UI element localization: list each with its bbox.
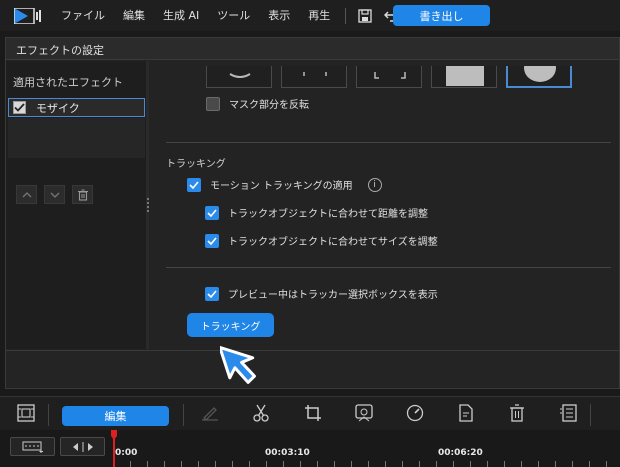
adjust-size-label: トラックオブジェクトに合わせてサイズを調整 — [228, 237, 438, 248]
motion-tracking-label: モーション トラッキングの適用 — [210, 181, 353, 192]
speed-icon[interactable] — [405, 404, 425, 422]
delete-effect-button[interactable] — [72, 185, 93, 204]
mask-invert-label: マスク部分を反転 — [229, 100, 309, 111]
menu-playback[interactable]: 再生 — [299, 0, 339, 31]
pointer-arrow-icon — [218, 338, 268, 390]
dialog-footer — [6, 350, 619, 388]
mask-shape-frame[interactable] — [356, 66, 422, 88]
effect-settings-dialog: エフェクトの設定 適用されたエフェクト モザイク マスク部分を反転 トラッキング… — [5, 37, 620, 389]
mask-shape-circle-selected[interactable] — [506, 61, 572, 88]
more-options-icon[interactable] — [558, 404, 578, 422]
dialog-title-bar: エフェクトの設定 — [6, 38, 619, 60]
effects-list-empty-area — [8, 118, 145, 158]
voiceover-icon[interactable] — [456, 404, 476, 422]
app-logo-icon — [13, 6, 42, 25]
motion-tracking-row[interactable]: モーション トラッキングの適用 i — [187, 177, 382, 192]
show-tracker-label: プレビュー中はトラッカー選択ボックスを表示 — [228, 290, 438, 301]
crop-icon[interactable] — [303, 404, 323, 422]
section-divider — [166, 267, 611, 268]
export-button[interactable]: 書き出し — [393, 5, 490, 26]
applied-effects-panel: 適用されたエフェクト モザイク — [6, 61, 146, 349]
timecode-label: 00:03:10 — [265, 448, 310, 458]
effect-enable-checkbox[interactable] — [13, 101, 26, 114]
toolbar-divider — [48, 404, 49, 426]
mask-invert-row[interactable]: マスク部分を反転 — [206, 96, 309, 111]
effect-list-tools — [16, 185, 93, 204]
menu-generative-ai[interactable]: 生成 AI — [154, 0, 208, 31]
menu-file[interactable]: ファイル — [52, 0, 114, 31]
toolbar-divider — [183, 404, 184, 426]
trash-icon[interactable] — [507, 404, 527, 422]
adjust-distance-label: トラックオブジェクトに合わせて距離を調整 — [228, 209, 428, 220]
mask-shape-bracket[interactable] — [281, 66, 347, 88]
menu-edit[interactable]: 編集 — [114, 0, 154, 31]
timecode-label: 0:00 — [115, 448, 138, 458]
mask-invert-checkbox[interactable] — [206, 96, 220, 111]
tracking-section-label: トラッキング — [166, 159, 226, 170]
dialog-title: エフェクトの設定 — [16, 44, 104, 57]
pen-icon[interactable] — [200, 404, 220, 422]
adjust-distance-checkbox[interactable] — [205, 205, 219, 220]
splitter-grip-icon[interactable] — [147, 198, 149, 212]
show-tracker-row[interactable]: プレビュー中はトラッカー選択ボックスを表示 — [205, 286, 438, 301]
move-up-button[interactable] — [16, 185, 37, 204]
adjust-size-row[interactable]: トラックオブジェクトに合わせてサイズを調整 — [205, 233, 438, 248]
menu-divider — [345, 7, 347, 24]
scissors-icon[interactable] — [251, 404, 271, 422]
adjust-distance-row[interactable]: トラックオブジェクトに合わせて距離を調整 — [205, 205, 428, 220]
toolbar-divider — [590, 404, 591, 426]
mask-shape-ellipse[interactable] — [206, 66, 272, 88]
save-icon[interactable] — [354, 5, 376, 27]
mask-shape-rectangle[interactable] — [431, 66, 497, 88]
applied-effects-header: 適用されたエフェクト — [13, 76, 123, 89]
move-down-button[interactable] — [44, 185, 65, 204]
track-manager-button[interactable] — [10, 437, 55, 456]
menu-tools[interactable]: ツール — [208, 0, 259, 31]
menu-view[interactable]: 表示 — [259, 0, 299, 31]
edit-button[interactable]: 編集 — [62, 406, 169, 426]
effect-item-label: モザイク — [36, 101, 80, 115]
tracking-effect-icon[interactable] — [354, 404, 374, 422]
effect-item-mosaic[interactable]: モザイク — [8, 98, 145, 117]
section-divider — [166, 142, 611, 143]
show-tracker-checkbox[interactable] — [205, 286, 219, 301]
timecode-label: 00:06:20 — [438, 448, 483, 458]
adjust-size-checkbox[interactable] — [205, 233, 219, 248]
tracking-button[interactable]: トラッキング — [187, 313, 274, 337]
motion-tracking-checkbox[interactable] — [187, 177, 201, 192]
fit-timeline-button[interactable] — [60, 437, 105, 456]
timeline-ticks — [113, 461, 620, 467]
info-icon[interactable]: i — [367, 177, 382, 192]
menu-bar: ファイル 編集 生成 AI ツール 表示 再生 書き出し — [0, 0, 620, 31]
storyboard-icon[interactable] — [16, 404, 36, 422]
